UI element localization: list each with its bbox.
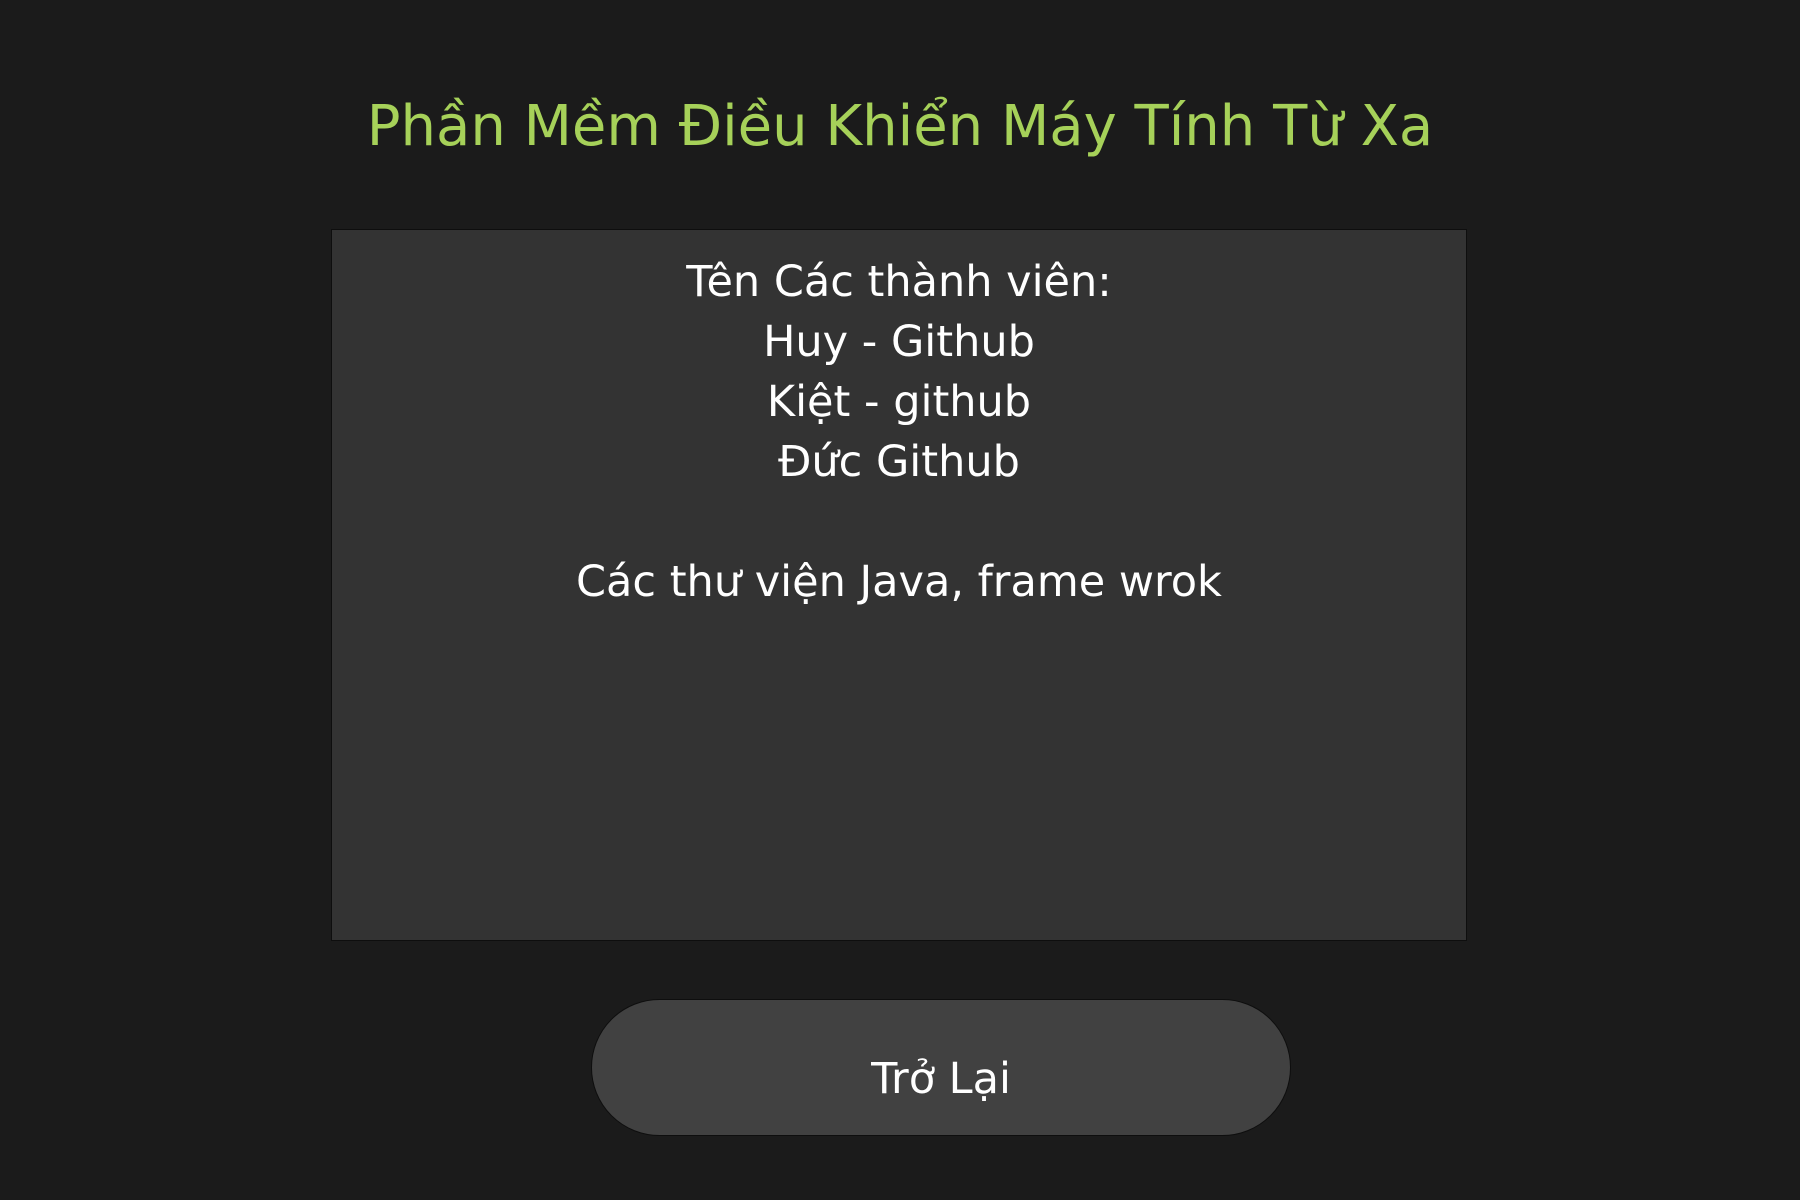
member-item-duc: Đức Github: [778, 437, 1020, 487]
info-panel: Tên Các thành viên: Huy - Github Kiệt - …: [331, 229, 1467, 941]
about-window: Phần Mềm Điều Khiển Máy Tính Từ Xa Tên C…: [0, 0, 1800, 1200]
app-title: Phần Mềm Điều Khiển Máy Tính Từ Xa: [366, 94, 1434, 159]
members-heading: Tên Các thành viên:: [686, 257, 1112, 307]
back-button[interactable]: Trở Lại: [591, 999, 1291, 1136]
member-item-huy: Huy - Github: [763, 317, 1035, 367]
libraries-text: Các thư viện Java, frame wrok: [576, 557, 1222, 607]
member-item-kiet: Kiệt - github: [766, 377, 1032, 427]
